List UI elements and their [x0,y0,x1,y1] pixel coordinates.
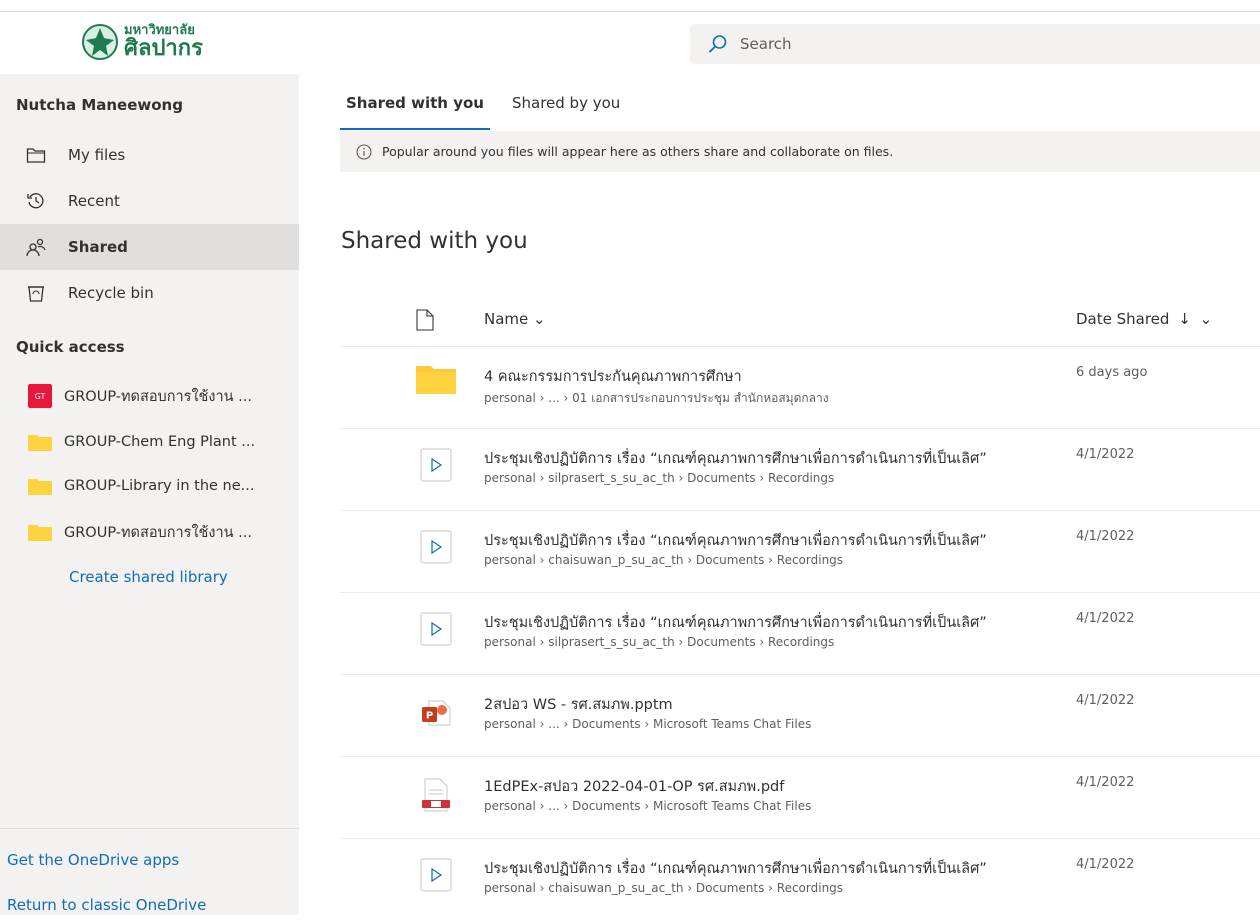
powerpoint-file-icon: P [416,693,456,733]
nav-recent[interactable]: Recent [0,178,299,224]
svg-text:P: P [426,711,433,722]
nav-label: Recycle bin [68,284,154,302]
tab-shared-with-you[interactable]: Shared with you [340,94,490,130]
top-border [0,0,1260,12]
file-date: 4/1/2022 [1076,857,1135,872]
file-name[interactable]: 1EdPEx-สปอว 2022-04-01-OP รศ.สมภพ.pdf [484,775,1059,798]
file-name[interactable]: ประชุมเชิงปฏิบัติการ เรื่อง “เกณฑ์คุณภาพ… [484,611,1059,634]
video-file-icon [416,609,456,649]
return-classic-link[interactable]: Return to classic OneDrive [7,896,206,914]
quick-access-item-gt[interactable]: GT GROUP-ทดสอบการใช้งาน ... [0,376,299,416]
nav-recycle-bin[interactable]: Recycle bin [0,270,299,316]
gt-badge-text: GT [28,384,52,408]
nav-label: My files [68,146,126,164]
table-row[interactable]: ประชุมเชิงปฏิบัติการ เรื่อง “เกณฑ์คุณภาพ… [340,593,1260,675]
file-date: 4/1/2022 [1076,611,1135,626]
table-row[interactable]: ประชุมเชิงปฏิบัติการ เรื่อง “เกณฑ์คุณภาพ… [340,511,1260,593]
nav-my-files[interactable]: My files [0,132,299,178]
folder-icon [416,359,456,399]
pdf-file-icon [416,775,456,815]
sidebar-divider [0,828,299,829]
chevron-down-icon: ⌄ [1199,310,1213,328]
create-shared-library-link[interactable]: Create shared library [69,568,228,586]
column-name-label: Name [484,310,529,328]
group-badge-icon: GT [28,384,52,408]
search-box[interactable]: Search [690,24,1260,64]
quick-access-label: GROUP-Chem Eng Plant ... [64,434,256,450]
search-placeholder: Search [740,35,792,53]
video-file-icon [416,527,456,567]
share-tabs: Shared with you Shared by you [340,94,626,130]
file-name[interactable]: ประชุมเชิงปฏิบัติการ เรื่อง “เกณฑ์คุณภาพ… [484,529,1059,552]
file-path: personal › ... › 01 เอกสารประกอบการประชุ… [484,391,829,405]
folder-icon [28,520,52,544]
table-row[interactable]: ประชุมเชิงปฏิบัติการ เรื่อง “เกณฑ์คุณภาพ… [340,429,1260,511]
column-header-date[interactable]: Date Shared ↓ ⌄ [1076,310,1212,328]
file-date: 4/1/2022 [1076,693,1135,708]
quick-access-item-chem[interactable]: GROUP-Chem Eng Plant ... [0,422,299,462]
column-date-label: Date Shared [1076,310,1170,328]
section-title: Shared with you [341,228,528,254]
quick-access-label: GROUP-ทดสอบการใช้งาน ... [64,388,252,405]
video-file-icon [416,445,456,485]
search-icon [709,35,727,53]
folder-icon [28,474,52,498]
recycle-bin-icon [26,283,46,303]
quick-access-label: GROUP-Library in the ne... [64,478,255,494]
folder-icon [28,430,52,454]
file-path: personal › ... › Documents › Microsoft T… [484,717,812,731]
file-path: personal › chaisuwan_p_su_ac_th › Docume… [484,553,844,567]
table-row[interactable]: 4 คณะกรรมการประกันคุณภาพการศึกษา persona… [340,347,1260,429]
quick-access-label: GROUP-ทดสอบการใช้งาน ... [64,524,252,541]
logo-line2: ศิลปากร [124,36,203,62]
file-path: personal › silprasert_s_su_ac_th › Docum… [484,471,835,485]
chevron-down-icon: ⌄ [533,310,546,328]
folder-outline-icon [26,145,46,165]
table-row[interactable]: 1EdPEx-สปอว 2022-04-01-OP รศ.สมภพ.pdf pe… [340,757,1260,839]
file-date: 4/1/2022 [1076,529,1135,544]
logo-line1: มหาวิทยาลัย [124,22,195,38]
file-type-icon[interactable] [416,309,434,331]
file-name[interactable]: ประชุมเชิงปฏิบัติการ เรื่อง “เกณฑ์คุณภาพ… [484,857,1059,880]
quick-access-item-test[interactable]: GROUP-ทดสอบการใช้งาน ... [0,512,299,552]
table-row[interactable]: P 2สปอว WS - รศ.สมภพ.pptm personal › ...… [340,675,1260,757]
quick-access-title: Quick access [16,338,125,356]
quick-access-item-library[interactable]: GROUP-Library in the ne... [0,466,299,506]
get-onedrive-apps-link[interactable]: Get the OneDrive apps [7,851,179,869]
history-icon [26,191,46,211]
nav-label: Recent [68,192,120,210]
video-file-icon [416,855,456,895]
file-name[interactable]: 4 คณะกรรมการประกันคุณภาพการศึกษา [484,365,1059,388]
tab-shared-by-you[interactable]: Shared by you [506,94,626,130]
file-name[interactable]: 2สปอว WS - รศ.สมภพ.pptm [484,693,1059,716]
people-icon [26,237,46,257]
info-icon [356,143,372,160]
file-path: personal › silprasert_s_su_ac_th › Docum… [484,635,835,649]
sort-down-arrow-icon: ↓ [1178,310,1191,328]
file-date: 4/1/2022 [1076,447,1135,462]
file-path: personal › ... › Documents › Microsoft T… [484,799,812,813]
nav-shared[interactable]: Shared [0,224,299,270]
table-row[interactable]: ประชุมเชิงปฏิบัติการ เรื่อง “เกณฑ์คุณภาพ… [340,839,1260,920]
info-bar: Popular around you files will appear her… [340,131,1260,172]
info-message: Popular around you files will appear her… [382,144,894,159]
file-path: personal › chaisuwan_p_su_ac_th › Docume… [484,881,844,895]
file-date: 6 days ago [1076,365,1148,380]
nav-label: Shared [68,238,128,256]
file-name[interactable]: ประชุมเชิงปฏิบัติการ เรื่อง “เกณฑ์คุณภาพ… [484,447,1059,470]
file-list-header: Name ⌄ Date Shared ↓ ⌄ [340,296,1260,347]
file-date: 4/1/2022 [1076,775,1135,790]
left-sidebar: Nutcha Maneewong My files Recent Shared … [0,74,299,915]
column-header-name[interactable]: Name ⌄ [484,310,546,328]
user-name: Nutcha Maneewong [16,96,183,114]
emblem-icon [82,24,118,60]
university-logo[interactable]: มหาวิทยาลัย ศิลปากร [80,16,230,68]
